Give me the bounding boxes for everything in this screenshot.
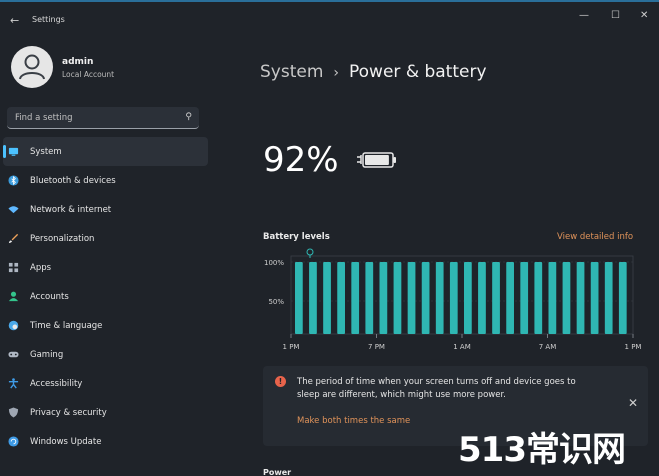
battery-bar	[323, 262, 331, 334]
search-icon[interactable]: ⚲	[185, 112, 192, 122]
battery-bar	[492, 262, 500, 334]
sidebar-item-privacy-security[interactable]: Privacy & security	[0, 398, 210, 427]
battery-bar	[393, 262, 402, 334]
view-detailed-info-link[interactable]: View detailed info	[557, 232, 633, 242]
minimize-button[interactable]: —	[579, 10, 589, 21]
brush-icon	[8, 233, 19, 244]
shield-icon	[8, 407, 19, 418]
battery-levels-chart: 100% 50% 1 PM 7 PM 1 AM 7 AM 1 PM	[264, 248, 642, 351]
battery-bar	[548, 262, 557, 334]
sidebar-item-label: Accessibility	[30, 378, 83, 389]
sidebar-item-windows-update[interactable]: Windows Update	[0, 427, 210, 456]
x-tick-label: 1 AM	[453, 343, 471, 351]
battery-bar	[309, 262, 317, 334]
sidebar-item-label: Personalization	[30, 233, 95, 244]
search-input[interactable]	[15, 111, 175, 125]
battery-bar	[576, 262, 585, 334]
sidebar-item-label: Apps	[30, 262, 52, 273]
breadcrumb: System › Power & battery	[260, 62, 487, 82]
sidebar-item-label: Network & internet	[30, 204, 112, 215]
sidebar-item-personalization[interactable]: Personalization	[0, 224, 210, 253]
sidebar-item-gaming[interactable]: Gaming	[0, 340, 210, 369]
sidebar-nav: System Bluetooth & devices Network & inter…	[0, 137, 210, 456]
battery-bar	[449, 262, 458, 334]
battery-bar	[604, 262, 613, 334]
battery-bar	[506, 262, 514, 334]
y-tick-label: 100%	[264, 259, 284, 267]
x-tick-label: 7 AM	[539, 343, 557, 351]
sidebar-item-network-internet[interactable]: Network & internet	[0, 195, 210, 224]
sidebar-item-label: System	[30, 146, 62, 157]
maximize-button[interactable]: ☐	[611, 10, 620, 21]
battery-levels-title: Battery levels	[263, 232, 330, 242]
sidebar-item-label: Accounts	[30, 291, 69, 302]
battery-bar	[435, 262, 444, 334]
bluetooth-icon	[8, 175, 19, 186]
gamepad-icon	[8, 351, 19, 358]
battery-bar	[590, 262, 599, 334]
sidebar-item-apps[interactable]: Apps	[0, 253, 210, 282]
warning-icon: !	[275, 376, 286, 387]
account-type: Local Account	[62, 70, 115, 79]
battery-bar	[295, 262, 303, 334]
battery-bar	[365, 262, 374, 334]
sidebar-item-label: Time & language	[30, 320, 103, 331]
sidebar-item-system[interactable]: System	[3, 137, 208, 166]
close-button[interactable]: ✕	[640, 10, 648, 21]
update-icon	[8, 436, 19, 447]
sidebar-item-accessibility[interactable]: Accessibility	[0, 369, 210, 398]
notice-text: The period of time when your screen turn…	[297, 377, 576, 400]
sidebar-item-label: Privacy & security	[30, 407, 107, 418]
title-bar: ← Settings — ☐ ✕	[0, 2, 659, 38]
globe-clock-icon	[8, 320, 19, 331]
search-box[interactable]: ⚲	[7, 107, 199, 129]
battery-bar	[478, 262, 486, 334]
sidebar-item-time-language[interactable]: Time & language	[0, 311, 210, 340]
back-arrow-icon[interactable]: ←	[10, 14, 19, 27]
battery-bar	[534, 262, 543, 334]
user-name: admin	[62, 57, 94, 67]
app-title: Settings	[32, 15, 65, 24]
system-icon	[8, 147, 19, 156]
dismiss-notice-button[interactable]: ✕	[628, 396, 638, 410]
battery-bar	[618, 262, 627, 334]
battery-bar	[407, 262, 416, 334]
wifi-icon	[8, 206, 19, 214]
battery-bar	[337, 262, 345, 334]
plug-icon	[306, 248, 314, 258]
power-section-label: Power	[263, 468, 292, 476]
apps-icon	[8, 262, 19, 273]
sidebar-item-label: Windows Update	[30, 436, 102, 447]
person-avatar-icon	[19, 54, 45, 80]
accessibility-icon	[8, 378, 19, 389]
person-icon	[8, 291, 19, 302]
page-title: Power & battery	[349, 62, 487, 82]
settings-window: ← Settings — ☐ ✕ admin Local Account ⚲ S…	[0, 0, 659, 476]
x-tick-label: 1 PM	[625, 343, 642, 351]
battery-bar	[562, 262, 571, 334]
breadcrumb-separator: ›	[333, 65, 340, 81]
battery-charging-icon	[357, 152, 396, 168]
battery-bar	[351, 262, 360, 334]
battery-bar	[520, 262, 529, 334]
battery-percent: 92%	[263, 140, 339, 180]
sidebar-item-label: Gaming	[30, 349, 64, 360]
sidebar-item-label: Bluetooth & devices	[30, 175, 116, 186]
battery-bar	[421, 262, 430, 334]
make-times-same-link[interactable]: Make both times the same	[297, 416, 410, 426]
y-tick-label: 50%	[268, 298, 284, 306]
watermark: 513常识网	[458, 430, 626, 470]
x-tick-label: 1 PM	[283, 343, 300, 351]
sidebar-item-accounts[interactable]: Accounts	[0, 282, 210, 311]
sidebar-item-bluetooth-devices[interactable]: Bluetooth & devices	[0, 166, 210, 195]
battery-bar	[379, 262, 388, 334]
x-tick-label: 7 PM	[368, 343, 385, 351]
avatar[interactable]	[11, 46, 53, 88]
breadcrumb-parent[interactable]: System	[260, 62, 323, 82]
battery-bar	[464, 262, 472, 334]
